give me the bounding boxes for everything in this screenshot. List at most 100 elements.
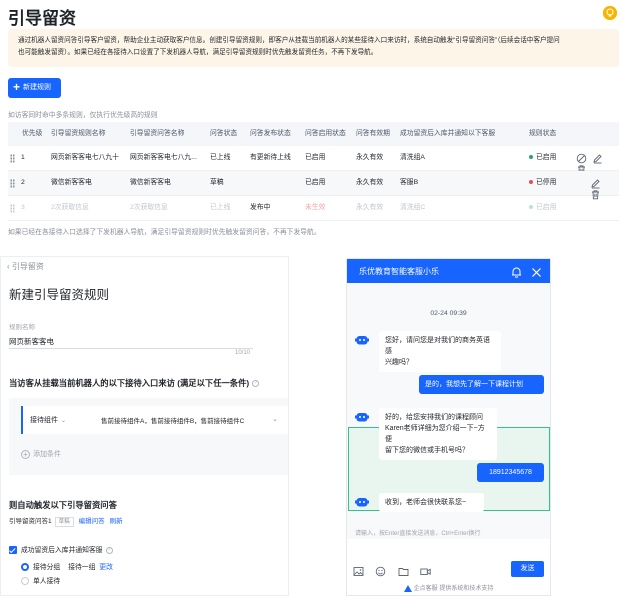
send-button[interactable]: 发送: [511, 561, 544, 577]
new-rule-button[interactable]: + 新建规则: [8, 78, 61, 98]
notice-line-1: 通过机器人留资问答引导客户留资，帮助企业主动获取客户信息。创建引导留资规则，即客…: [18, 37, 560, 44]
drag-handle-icon[interactable]: [10, 179, 15, 188]
drag-handle-icon[interactable]: [10, 154, 15, 163]
bot-message: 您好，请问您是对我们的商务英语感 兴趣吗？: [379, 331, 501, 372]
table-row[interactable]: 3 2次获取信息 2次获取信息 已上线 发布中 未生效 永久有效 清洗组C 已启…: [8, 196, 619, 221]
edit-icon[interactable]: [592, 153, 603, 164]
radio-single-option[interactable]: 单人接待: [21, 575, 61, 586]
image-icon[interactable]: [353, 566, 364, 577]
cell-notify-target: 清洗组C: [400, 204, 426, 211]
trigger-row: 引导留资问答1 草稿 编辑问答 刷新: [9, 515, 123, 527]
condition-title: 当访客从挂载当前机器人的以下接待入口来访 (满足以下任一条件)?: [9, 377, 260, 389]
refresh-link[interactable]: 刷新: [110, 518, 123, 525]
notice-line-2: 也可能触发留资）。如果已经在各接待入口设置了下发机器人导航，满足引导留资规则时优…: [18, 49, 378, 56]
radio-selected[interactable]: [21, 563, 29, 572]
chat-messages: 02-24 09:39 您好，请问您是对我们的商务英语感 兴趣吗？ 是的，我想先了…: [347, 283, 550, 539]
condition-value-select[interactable]: 售前接待组件A，售前接待组件B，售前接待组件C: [101, 415, 244, 425]
notify-label: 成功留资后入库并通知客服: [21, 547, 103, 554]
bot-avatar-icon: [355, 410, 369, 422]
cell-qa-status: 已上线: [210, 154, 231, 161]
cell-publish-status: 发布中: [250, 204, 271, 211]
rule-name-input[interactable]: [9, 334, 253, 349]
plus-icon: +: [13, 80, 21, 95]
col-header: 优先级: [22, 130, 43, 137]
cell-qa-status: 已上线: [210, 204, 231, 211]
add-condition-button[interactable]: + 添加条件: [21, 449, 61, 459]
rules-table: 优先级 引导留资规则名称 引导留资问答名称 问答状态 问答发布状态 问答启用状态…: [8, 122, 619, 221]
cell-rule-status: 已启用: [529, 196, 556, 220]
cell-priority: 3: [21, 204, 25, 211]
cell-enable-status: 已启用: [305, 154, 326, 161]
table-row[interactable]: 2 微信新客客电 微信新客客电 草稿 已启用 永久有效 客服B 已停用: [8, 171, 619, 200]
col-header: 问答状态: [210, 130, 238, 137]
edit-icon[interactable]: [590, 178, 601, 189]
char-counter: 10/10: [235, 350, 251, 356]
help-icon[interactable]: ?: [105, 546, 113, 554]
change-link[interactable]: 更改: [99, 564, 113, 571]
cell-validity: 永久有效: [356, 204, 384, 211]
table-row[interactable]: 1 网页新客客电七八九十 网页新客客电七八九... 已上线 有更新待上线 已启用…: [8, 146, 619, 175]
cell-notify-target: 客服B: [400, 179, 419, 186]
back-label: 引导留资: [11, 262, 44, 271]
message-line: 好的，给您安排我们的课程顾问: [385, 414, 483, 421]
help-icon[interactable]: ?: [252, 380, 260, 388]
rule-editor-panel: ‹ 引导留资 新建引导留资规则 规则名称 10/10 当访客从挂载当前机器人的以…: [0, 256, 289, 596]
cell-priority: 1: [21, 154, 25, 161]
message-line: Karen老师详细为您介绍一下~方便: [385, 425, 485, 443]
priority-hint: 如访客同时命中多条规则，仅执行优先级高的规则: [8, 112, 158, 119]
edit-qa-link[interactable]: 编辑问答: [79, 518, 105, 525]
message-line: 您好，请问您是对我们的商务英语感: [385, 337, 490, 355]
cell-rule-name: 网页新客客电七八九十: [51, 154, 119, 161]
col-header: 成功留资后入库并通知以下客服: [400, 130, 496, 137]
radio-group-option[interactable]: 接待分组 接待一组 更改: [21, 561, 113, 572]
editor-title: 新建引导留资规则: [9, 288, 110, 302]
video-icon[interactable]: [420, 566, 432, 577]
chevron-down-icon[interactable]: ⌄: [272, 415, 278, 423]
drag-handle-icon[interactable]: [10, 204, 15, 213]
chat-toolbar: [353, 566, 438, 584]
chat-date: 02-24 09:39: [430, 310, 467, 317]
status-dot: [529, 205, 533, 210]
cell-validity: 永久有效: [356, 179, 384, 186]
chat-input-placeholder[interactable]: 请输入，按Enter直接发送消息，Ctrl+Enter换行: [355, 528, 481, 537]
radio-label: 接待分组: [33, 564, 61, 571]
chat-widget: 乐优教育智能客服小乐 02-24 09:39 您好，请问您是对我们的商务英语感兴…: [346, 258, 551, 596]
condition-box: 接待组件 ⌄ 售前接待组件A，售前接待组件B，售前接待组件C ⌄ + 添加条件: [9, 398, 288, 475]
cell-rule-name: 微信新客客电: [51, 179, 92, 186]
table-header: 优先级 引导留资规则名称 引导留资问答名称 问答状态 问答发布状态 问答启用状态…: [8, 122, 619, 146]
status-text: 已停用: [536, 179, 557, 186]
condition-type-select[interactable]: 接待组件 ⌄: [30, 415, 66, 425]
col-header: 问答有效期: [356, 130, 390, 137]
col-header: 引导留资问答名称: [130, 130, 185, 137]
close-icon[interactable]: [531, 265, 542, 277]
page-title: 引导留资: [8, 9, 76, 28]
cell-validity: 永久有效: [356, 154, 384, 161]
bell-icon[interactable]: [511, 265, 522, 278]
col-header: 问答发布状态: [250, 130, 291, 137]
chat-header: 乐优教育智能客服小乐: [347, 259, 550, 283]
radio-unselected[interactable]: [21, 577, 29, 586]
status-dot: [529, 180, 533, 185]
condition-item: 接待组件 ⌄ 售前接待组件A，售前接待组件B，售前接待组件C ⌄: [21, 406, 288, 434]
col-header: 问答启用状态: [305, 130, 346, 137]
cell-qa-name: 微信新客客电: [130, 179, 171, 186]
plus-circle-icon: +: [21, 449, 30, 459]
bot-avatar-icon: [355, 495, 369, 507]
cell-rule-status: 已启用: [529, 146, 556, 170]
user-message: 是的，我想先了解一下课程计划: [419, 375, 544, 394]
trigger-qa-name: 引导留资问答1: [9, 518, 52, 525]
cell-rule-status: 已停用: [529, 171, 556, 195]
new-rule-label: 新建规则: [23, 84, 52, 91]
lightbulb-icon[interactable]: [603, 6, 617, 20]
user-message: 18912345678: [477, 463, 544, 482]
back-link[interactable]: ‹ 引导留资: [7, 261, 44, 272]
status-dot: [529, 155, 533, 160]
bot-message: 收到，老师会很快联系您~: [379, 493, 484, 512]
radio-label: 单人接待: [33, 578, 61, 585]
emoji-icon[interactable]: [375, 566, 386, 577]
disable-icon[interactable]: [576, 153, 587, 164]
folder-icon[interactable]: [398, 566, 409, 577]
notify-checkbox-row[interactable]: 成功留资后入库并通知客服?: [9, 544, 113, 555]
checkbox-checked[interactable]: [9, 546, 17, 555]
powered-by-footer: 企点客服 提供系统和技术支持: [347, 583, 550, 595]
